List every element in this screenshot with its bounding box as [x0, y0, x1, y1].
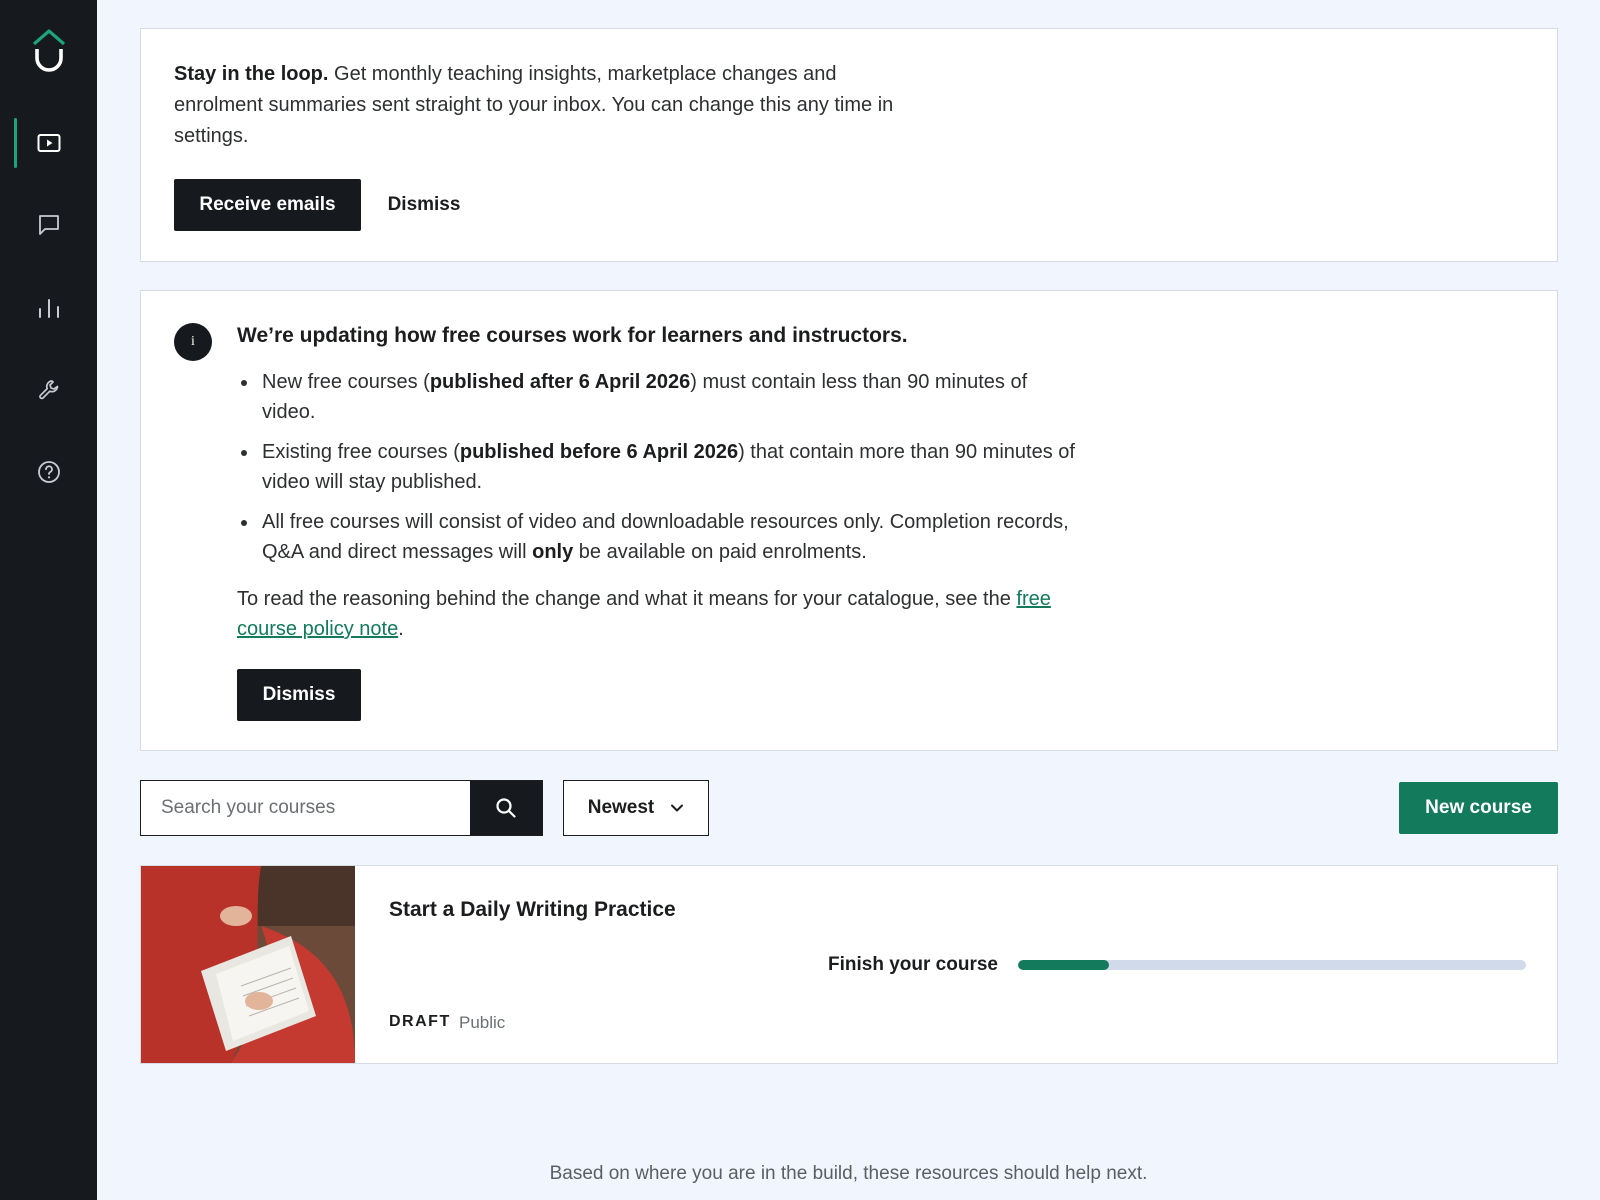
- progress-fill: [1018, 960, 1110, 970]
- wrench-icon: [38, 380, 58, 400]
- course-card[interactable]: Start a Daily Writing Practice Finish yo…: [140, 865, 1558, 1064]
- visibility-label: Public: [459, 1013, 506, 1032]
- bar-chart-icon: [38, 299, 59, 318]
- policy-note: To read the reasoning behind the change …: [237, 588, 1051, 640]
- sidebar: [0, 0, 97, 1200]
- course-thumbnail[interactable]: [141, 866, 355, 1063]
- status-badge: DRAFT: [389, 1013, 451, 1030]
- sidebar-item-performance[interactable]: [0, 283, 97, 333]
- progress-bar: [1018, 960, 1526, 970]
- sidebar-item-communication[interactable]: [0, 200, 97, 250]
- dismiss-email-banner-button[interactable]: Dismiss: [374, 179, 474, 231]
- sidebar-item-tools[interactable]: [0, 365, 97, 415]
- course-title[interactable]: Start a Daily Writing Practice: [389, 898, 676, 922]
- email-optin-banner: Stay in the loop. Get monthly teaching i…: [140, 28, 1558, 262]
- sidebar-item-help[interactable]: [0, 447, 97, 497]
- dismiss-policy-banner-button[interactable]: Dismiss: [237, 669, 361, 721]
- play-video-icon: [37, 134, 60, 152]
- sort-dropdown[interactable]: Newest: [563, 780, 709, 836]
- sidebar-item-courses[interactable]: [0, 118, 97, 168]
- email-optin-text: Stay in the loop. Get monthly teaching i…: [174, 63, 894, 147]
- search-icon: [496, 798, 516, 818]
- chat-bubble-icon: [38, 215, 59, 235]
- chevron-down-icon: [671, 804, 684, 812]
- receive-emails-button[interactable]: Receive emails: [174, 179, 361, 231]
- search-input[interactable]: [141, 781, 470, 835]
- app-logo[interactable]: [30, 28, 68, 74]
- search-button[interactable]: [470, 781, 542, 835]
- policy-list: New free courses (published after 6 Apri…: [237, 367, 1082, 577]
- new-course-button[interactable]: New course: [1399, 782, 1558, 834]
- sort-value: Newest: [587, 797, 655, 818]
- info-icon: i: [174, 323, 212, 361]
- policy-banner: i We’re updating how free courses work f…: [140, 290, 1558, 751]
- progress-label: Finish your course: [828, 954, 998, 975]
- policy-title: We’re updating how free courses work for…: [237, 324, 908, 347]
- course-search: [140, 780, 543, 836]
- list-item: Existing free courses (published before …: [237, 437, 1082, 497]
- list-item: All free courses will consist of video a…: [237, 507, 1082, 567]
- help-circle-icon: [37, 461, 60, 483]
- resources-note: Based on where you are in the build, the…: [549, 1163, 1148, 1184]
- list-item: New free courses (published after 6 Apri…: [237, 367, 1082, 427]
